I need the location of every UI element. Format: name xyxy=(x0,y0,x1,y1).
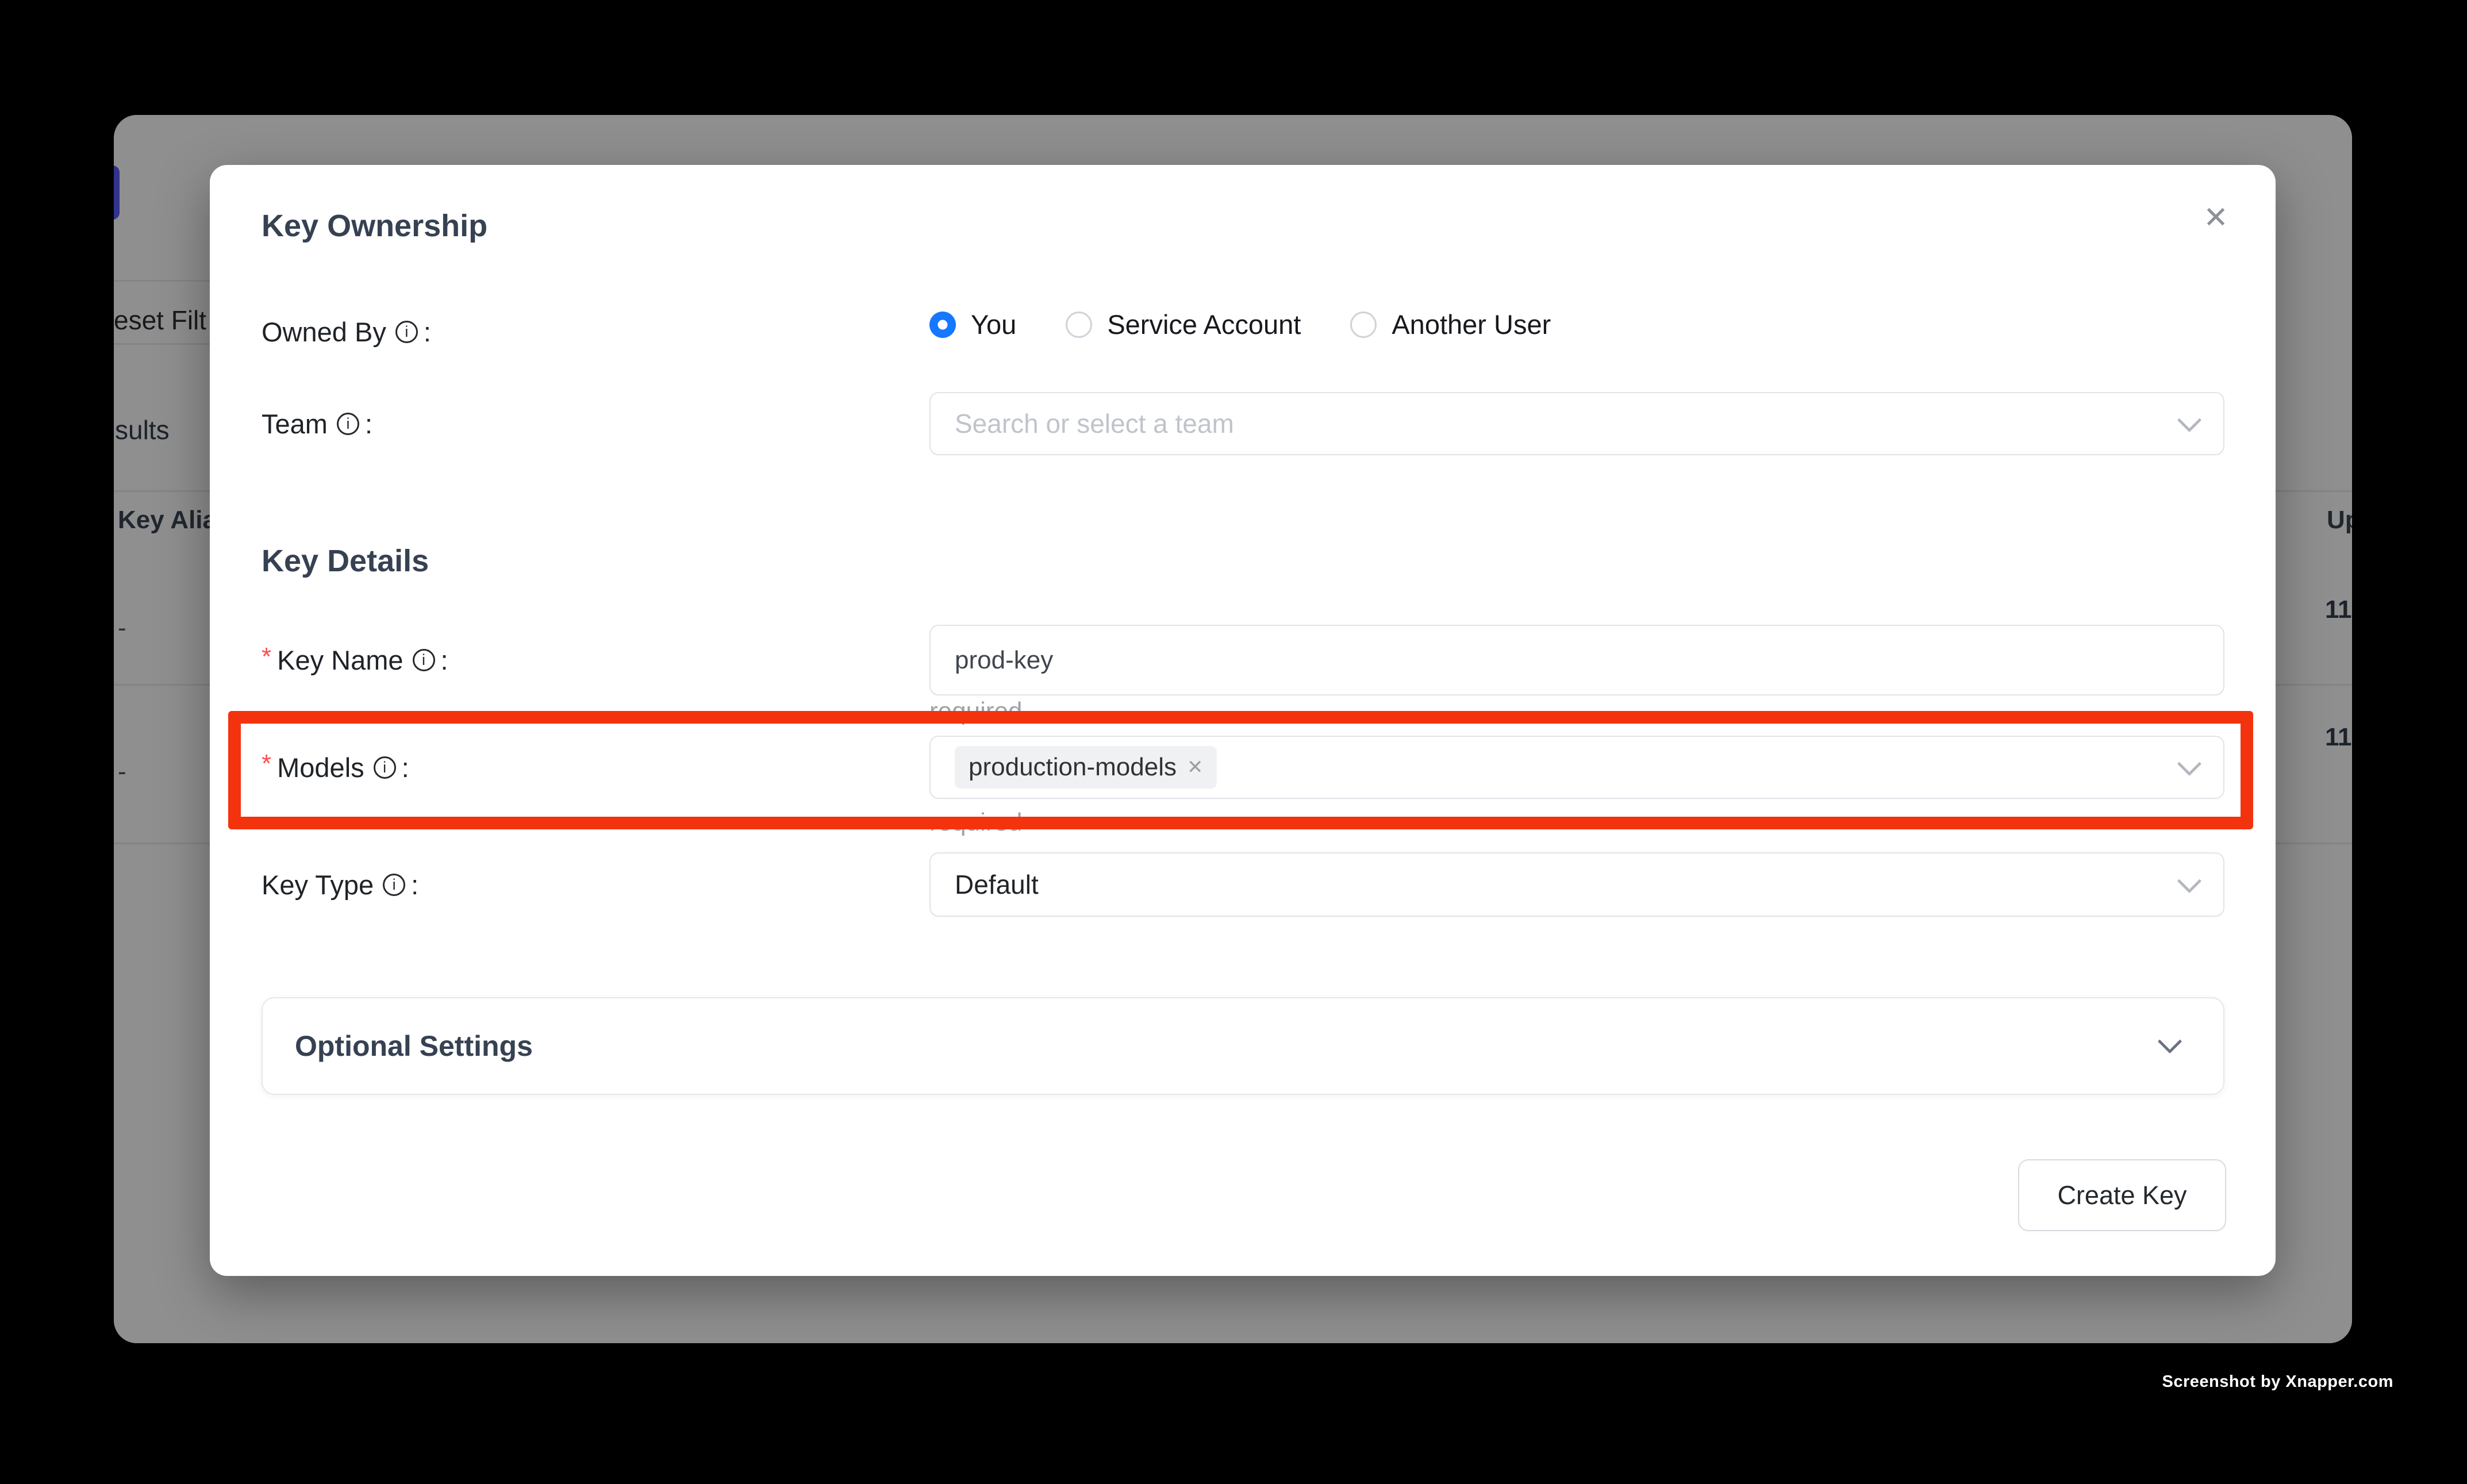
owned-by-label: Owned By xyxy=(262,316,386,348)
key-name-row: * Key Name i : prod-key xyxy=(262,625,2224,695)
label-colon: : xyxy=(411,869,418,901)
chevron-down-icon xyxy=(2177,408,2201,432)
app-window: eset Filt sults Key Alia Up - 11/ - 11/ … xyxy=(114,115,2352,1343)
models-label-cell: * Models i : xyxy=(262,752,929,783)
chevron-down-icon xyxy=(2158,1029,2182,1054)
key-type-label: Key Type xyxy=(262,869,374,901)
optional-settings-expander[interactable]: Optional Settings xyxy=(262,997,2224,1095)
key-type-value: Default xyxy=(955,869,1039,900)
required-asterisk: * xyxy=(262,749,271,778)
radio-option-you[interactable]: You xyxy=(929,309,1016,340)
models-label: Models xyxy=(277,752,364,783)
label-colon: : xyxy=(424,316,431,348)
remove-tag-icon[interactable]: ✕ xyxy=(1187,756,1204,779)
model-tag-label: production-models xyxy=(969,753,1177,782)
key-name-label-cell: * Key Name i : xyxy=(262,644,929,676)
info-icon: i xyxy=(395,321,418,343)
team-select[interactable]: Search or select a team xyxy=(929,392,2224,455)
radio-unselected-icon[interactable] xyxy=(1066,312,1092,338)
info-icon: i xyxy=(374,756,396,779)
radio-option-service-account[interactable]: Service Account xyxy=(1066,309,1301,340)
key-name-control-cell: prod-key xyxy=(929,625,2224,695)
key-name-value: prod-key xyxy=(955,646,1053,675)
radio-label: Service Account xyxy=(1107,309,1301,340)
models-row: * Models i : production-models ✕ xyxy=(262,736,2224,799)
key-type-control-cell: Default xyxy=(929,852,2224,917)
key-name-input[interactable]: prod-key xyxy=(929,625,2224,695)
close-icon[interactable]: ✕ xyxy=(2193,195,2239,241)
team-control-cell: Search or select a team xyxy=(929,392,2224,455)
info-icon: i xyxy=(413,649,435,671)
models-control-cell: production-models ✕ xyxy=(929,736,2224,799)
watermark-text: Screenshot by Xnapper.com xyxy=(2162,1372,2393,1391)
info-icon: i xyxy=(337,413,359,435)
required-asterisk: * xyxy=(262,643,271,671)
models-validation-message: required xyxy=(929,808,1022,837)
create-key-button[interactable]: Create Key xyxy=(2018,1159,2226,1231)
key-type-select[interactable]: Default xyxy=(929,852,2224,917)
chevron-down-icon xyxy=(2177,869,2201,893)
key-ownership-modal: Key Ownership ✕ Owned By i : You Service… xyxy=(210,165,2276,1276)
radio-label: Another User xyxy=(1392,309,1551,340)
key-name-validation-message: required xyxy=(929,697,1022,726)
team-label-cell: Team i : xyxy=(262,408,929,440)
team-label: Team xyxy=(262,408,328,440)
modal-title: Key Ownership xyxy=(262,208,487,244)
optional-settings-label: Optional Settings xyxy=(295,1029,533,1063)
info-icon: i xyxy=(383,874,405,896)
team-select-placeholder: Search or select a team xyxy=(955,408,1234,439)
radio-selected-icon[interactable] xyxy=(929,312,956,338)
team-row: Team i : Search or select a team xyxy=(262,392,2224,455)
selected-model-tag: production-models ✕ xyxy=(955,746,1217,789)
owned-by-label-cell: Owned By i : xyxy=(262,316,929,348)
key-type-label-cell: Key Type i : xyxy=(262,869,929,901)
label-colon: : xyxy=(402,752,409,783)
radio-label: You xyxy=(971,309,1016,340)
owned-by-control-cell: You Service Account Another User xyxy=(929,309,2224,355)
owned-by-row: Owned By i : You Service Account xyxy=(262,309,2224,355)
key-type-row: Key Type i : Default xyxy=(262,852,2224,917)
chevron-down-icon xyxy=(2177,752,2201,776)
models-multiselect[interactable]: production-models ✕ xyxy=(929,736,2224,799)
label-colon: : xyxy=(365,408,372,440)
key-details-heading: Key Details xyxy=(262,543,429,579)
radio-unselected-icon[interactable] xyxy=(1350,312,1377,338)
radio-option-another-user[interactable]: Another User xyxy=(1350,309,1551,340)
owned-by-radio-group: You Service Account Another User xyxy=(929,309,2224,340)
label-colon: : xyxy=(441,644,448,676)
key-name-label: Key Name xyxy=(277,644,403,676)
